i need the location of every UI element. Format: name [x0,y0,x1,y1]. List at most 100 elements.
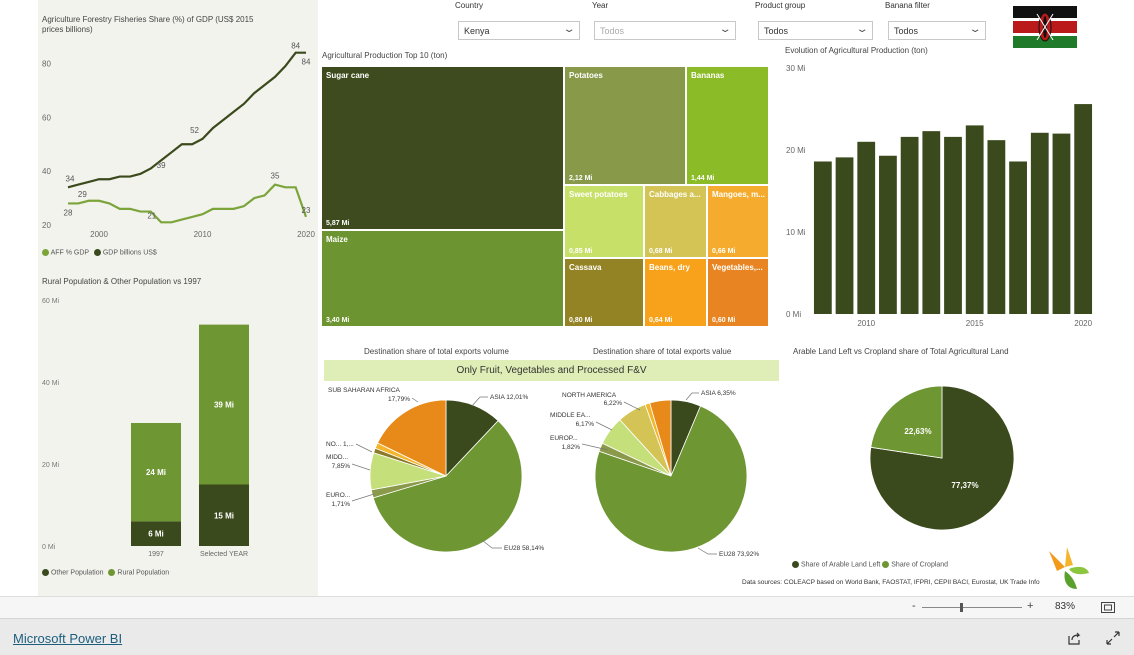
zoom-bar: - + 83% [0,596,1134,618]
pie-leader-line [623,401,641,411]
production-bar-chart[interactable]: 30 Mi 20 Mi 10 Mi 0 Mi 2010 2015 2020 [782,58,1097,333]
bar-production [835,157,854,314]
bar-production [879,155,897,314]
gdp-line-chart[interactable]: 80 60 40 20 2000 2010 2020 34 39 52 8484 28 29 21 35 23 [38,40,318,270]
product-group-value: Todos [764,26,789,36]
year-dropdown[interactable]: Todos ⌄ [594,21,736,40]
treemap-cell-vegetables[interactable]: Vegetables,... 0,60 Mi [707,258,769,327]
series-line-aff [68,183,308,224]
land-pie-chart[interactable]: 22,63% 77,37% [860,380,1030,540]
banana-dropdown[interactable]: Todos ⌄ [888,21,986,40]
treemap-value: 0,60 Mi [712,317,736,324]
data-label: 84 [302,58,311,67]
bar-production [1052,133,1071,314]
land-legend: Share of Arable Land Left Share of Cropl… [792,561,948,568]
treemap-cell-mangoes[interactable]: Mangoes, m... 0,66 Mi [707,185,769,258]
bar-production [1009,161,1027,314]
treemap-cell-potatoes[interactable]: Potatoes 2,12 Mi [564,66,686,185]
zoom-in-button[interactable]: + [1027,600,1033,612]
share-icon[interactable] [1067,631,1081,645]
banana-filter-label: Banana filter [885,1,930,10]
country-filter-label: Country [455,1,484,10]
pie-data-label: ASIA 12,01% [490,394,529,401]
pie-leader-line [351,493,375,502]
x-tick-label: 2020 [1074,319,1092,328]
treemap-label: Sugar cane [326,71,370,80]
data-label: 39 [157,161,166,170]
pie-leader-line [595,421,613,431]
zoom-out-button[interactable]: - [912,600,916,612]
exports-volume-title: Destination share of total exports volum… [364,347,509,356]
powerbi-link[interactable]: Microsoft Power BI [13,631,122,646]
treemap-value: 0,80 Mi [569,317,593,324]
x-tick-label: 2010 [194,230,212,239]
treemap-cell-maize[interactable]: Maize 3,40 Mi [321,230,564,327]
data-sources-note: Data sources: COLEACP based on World Ban… [742,579,1040,586]
bar-value-label: 15 Mi [214,511,234,520]
pie-leader-line [351,463,371,471]
y-tick-label: 20 [42,221,51,230]
treemap-cell-cabbages[interactable]: Cabbages a... 0,68 Mi [644,185,707,258]
y-tick-label: 20 Mi [42,462,60,469]
country-value: Kenya [464,26,490,36]
pie-leader-line [471,396,488,407]
treemap-label: Mangoes, m... [712,190,765,199]
treemap-label: Bananas [691,71,725,80]
treemap-label: Cassava [569,263,602,272]
coleacp-logo-icon [1049,547,1089,589]
legend-dot-gdp [93,249,101,256]
pie-data-label: NO... 1,... [326,441,354,448]
pie-leader-line [355,443,373,453]
treemap-cell-sugar-cane[interactable]: Sugar cane 5,87 Mi [321,66,564,230]
legend-rural: Rural Population [117,569,170,577]
fullscreen-icon[interactable] [1106,631,1120,645]
data-label: 29 [78,190,87,199]
land-chart-title: Arable Land Left vs Cropland share of To… [793,347,1009,356]
data-label: 28 [64,208,73,217]
powerbi-footer: Microsoft Power BI [0,618,1134,655]
production-treemap[interactable]: Sugar cane 5,87 Mi Maize 3,40 Mi Potatoes 2… [321,66,769,327]
country-dropdown[interactable]: Kenya ⌄ [458,21,580,40]
pie-data-label: 1,71% [332,501,351,508]
treemap-label: Sweet potatoes [569,190,628,199]
pie-data-label: 6,22% [604,400,623,407]
gdp-title-line2: prices billions) [42,25,93,34]
treemap-label: Beans, dry [649,263,690,272]
kenya-flag-icon [1013,6,1077,48]
y-tick-label: 10 Mi [786,228,806,237]
bar-value-label: 6 Mi [148,530,164,539]
pie-data-label: EU28 73,92% [719,551,759,558]
pie-data-label: NORTH AMERICA [562,392,617,399]
bar-production [813,161,832,314]
zoom-slider-track[interactable] [922,607,1022,608]
treemap-value: 0,64 Mi [649,317,673,324]
bar-production [857,141,876,314]
treemap-cell-sweet-potatoes[interactable]: Sweet potatoes 0,85 Mi [564,185,644,258]
product-group-filter-label: Product group [755,1,806,10]
fit-to-page-icon[interactable] [1101,602,1115,613]
treemap-cell-bananas[interactable]: Bananas 1,44 Mi [686,66,769,185]
treemap-cell-cassava[interactable]: Cassava 0,80 Mi [564,258,644,327]
chevron-down-icon: ⌄ [718,24,732,35]
chevron-down-icon: ⌄ [855,24,869,35]
production-chart-title: Evolution of Agricultural Production (to… [785,46,928,55]
data-label: 52 [190,126,199,135]
treemap-value: 5,87 Mi [326,220,350,227]
pie-data-label: 17,79% [388,396,410,403]
zoom-slider-handle[interactable] [960,603,963,612]
exports-pies[interactable]: SUB SAHARAN AFRICA 17,79% ASIA 12,01% NO...… [322,384,782,564]
legend-dot-other [42,569,49,576]
pie-data-label: SUB SAHARAN AFRICA [328,387,401,394]
x-tick-label: 2020 [297,230,315,239]
fv-filter-banner: Only Fruit, Vegetables and Processed F&V [324,360,779,381]
product-group-dropdown[interactable]: Todos ⌄ [758,21,873,40]
bar-production [922,131,941,314]
legend-dot-arable [792,561,799,568]
pie-data-label: EUROP... [550,435,578,442]
treemap-cell-beans[interactable]: Beans, dry 0,64 Mi [644,258,707,327]
data-label: 34 [66,174,75,183]
treemap-value: 0,85 Mi [569,248,593,255]
y-tick-label: 40 [42,167,51,176]
x-tick-label: 2015 [966,319,984,328]
rural-bar-chart[interactable]: 60 Mi 40 Mi 20 Mi 0 Mi 6 Mi 24 Mi 1997 15 Mi 39 … [38,290,318,560]
